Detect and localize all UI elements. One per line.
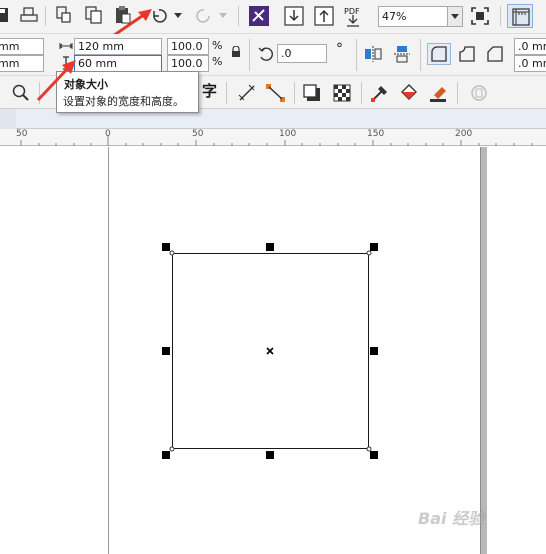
transparency-tool-icon[interactable] — [333, 84, 351, 102]
print-icon[interactable] — [20, 6, 38, 24]
chamfered-corner-icon[interactable] — [487, 46, 503, 62]
page-shadow — [481, 147, 487, 554]
object-height-value: 60 mm — [78, 57, 117, 70]
save-icon[interactable] — [0, 7, 10, 23]
percent-y-label: % — [212, 55, 223, 68]
connector-tool-icon[interactable] — [266, 84, 286, 102]
chevron-down-icon — [451, 14, 459, 19]
ruler-label: 100 — [279, 129, 297, 139]
export-icon[interactable] — [314, 6, 334, 26]
zoom-level-value: 47% — [382, 10, 407, 23]
ruler-label: 0 — [105, 129, 111, 139]
drop-shadow-tool-icon[interactable] — [303, 84, 321, 102]
show-rulers-button[interactable] — [507, 4, 533, 28]
scale-x-field[interactable]: 100.0 — [167, 38, 209, 55]
redo-dropdown-icon[interactable] — [219, 13, 227, 19]
property-bar: mm mm 120 mm 60 mm 100.0 100.0 % % .0 ° … — [0, 34, 546, 76]
zoom-dropdown-button[interactable] — [447, 6, 463, 27]
ruler-icon — [512, 8, 530, 26]
ruler-label: 150 — [367, 129, 385, 139]
corner-radius-bottom-value: .0 mm — [518, 57, 546, 70]
ruler-label: 50 — [192, 129, 204, 139]
corel-connect-icon[interactable] — [249, 6, 269, 26]
zoom-level-field[interactable]: 47% — [378, 6, 448, 27]
scale-x-value: 100.0 — [171, 40, 203, 53]
x-position-value: mm — [0, 40, 20, 53]
percent-x-label: % — [212, 39, 223, 52]
width-icon — [59, 43, 73, 49]
scalloped-corner-icon[interactable] — [459, 46, 475, 62]
interactive-fill-tool-icon[interactable] — [399, 83, 419, 103]
mirror-vertical-icon[interactable] — [393, 45, 411, 63]
corner-radius-top-field[interactable]: .0 mm — [514, 38, 546, 55]
import-icon[interactable] — [284, 6, 304, 26]
smart-fill-tool-icon[interactable] — [428, 83, 448, 103]
mirror-horizontal-icon[interactable] — [364, 45, 382, 63]
rotation-angle-value: .0 — [281, 47, 292, 60]
disabled-tool-icon — [471, 85, 487, 101]
zoom-tool-icon[interactable] — [12, 84, 30, 102]
redo-icon[interactable] — [195, 7, 213, 25]
y-position-value: mm — [0, 57, 20, 70]
undo-dropdown-icon[interactable] — [174, 13, 182, 19]
eyedropper-tool-icon[interactable] — [370, 83, 388, 103]
standard-toolbar: PDF 47% — [0, 0, 546, 44]
ruler-label: 200 — [455, 129, 473, 139]
center-marker-icon[interactable] — [266, 347, 274, 355]
horizontal-ruler[interactable]: 50 0 50 100 150 200 — [0, 129, 546, 146]
dimension-tool-icon[interactable] — [238, 84, 256, 102]
scale-y-value: 100.0 — [171, 57, 203, 70]
page-left-border — [108, 147, 109, 554]
ruler-corner — [0, 109, 16, 129]
scale-y-field[interactable]: 100.0 — [167, 55, 209, 72]
watermark: Bai 经验 — [418, 509, 485, 528]
x-position-field[interactable]: mm — [0, 38, 44, 55]
red-arrow-bottom-icon — [36, 60, 76, 102]
object-height-field[interactable]: 60 mm — [74, 55, 162, 72]
full-screen-preview-icon[interactable] — [471, 7, 489, 25]
lock-ratio-icon[interactable] — [231, 46, 241, 58]
corner-radius-top-value: .0 mm — [518, 40, 546, 53]
object-width-field[interactable]: 120 mm — [74, 38, 162, 55]
publish-pdf-icon[interactable] — [346, 15, 360, 27]
round-corner-icon — [431, 46, 447, 62]
object-width-value: 120 mm — [78, 40, 124, 53]
ruler-label: 50 — [16, 129, 28, 139]
text-tool-label[interactable]: 字 — [202, 84, 217, 99]
cut-icon[interactable] — [56, 6, 72, 24]
round-corner-button[interactable] — [427, 43, 451, 65]
rotation-icon — [258, 47, 273, 61]
rotation-angle-field[interactable]: .0 — [277, 44, 327, 63]
degree-symbol-label: ° — [336, 41, 343, 57]
corner-radius-bottom-field[interactable]: .0 mm — [514, 55, 546, 72]
tooltip-body: 设置对象的宽度和高度。 — [63, 95, 184, 108]
